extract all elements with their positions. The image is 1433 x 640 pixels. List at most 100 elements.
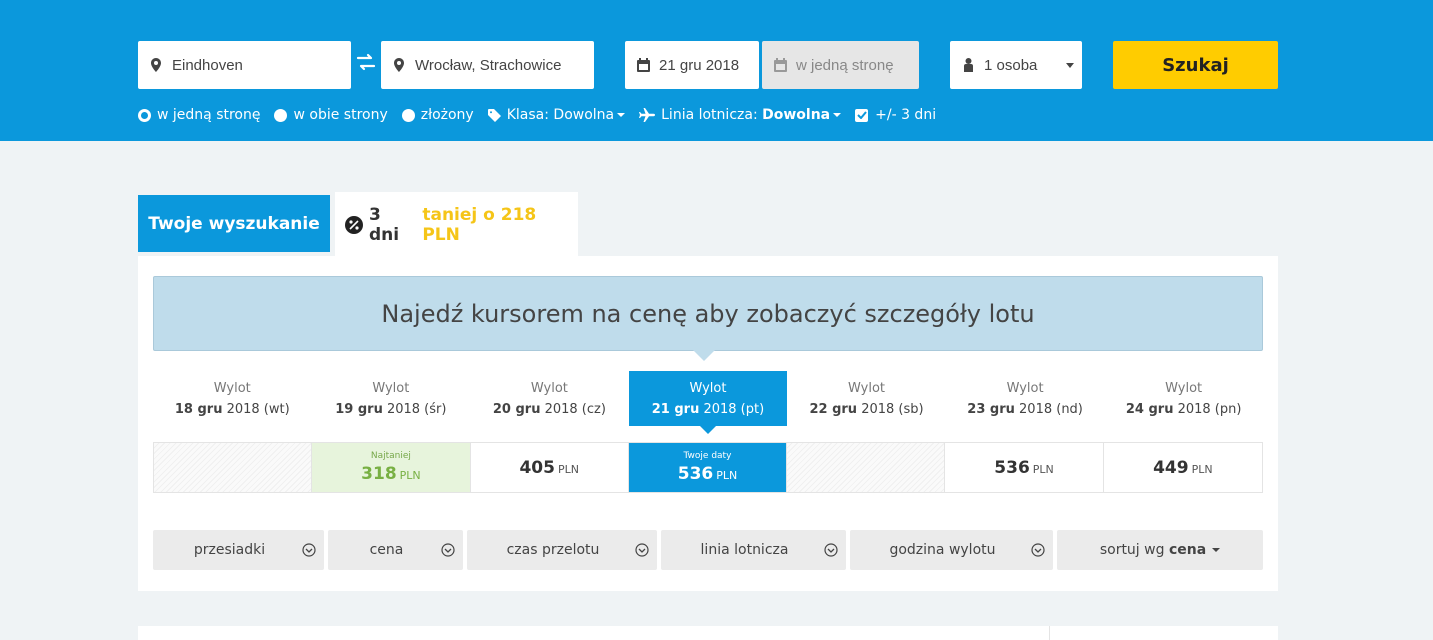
airplane-icon [639, 108, 656, 122]
date-cell-selected[interactable]: Wylot 21 gru 2018 (pt) [628, 371, 788, 434]
calendar-icon [636, 57, 650, 73]
date-cell-1[interactable]: Wylot 19 gru 2018 (śr) [312, 371, 471, 426]
chevron-circle-down-icon [302, 543, 316, 557]
price-currency: PLN [716, 469, 738, 482]
date-rest: 2018 (pn) [1177, 402, 1242, 417]
date-day: 20 gru [492, 402, 541, 417]
round-trip-radio[interactable]: w obie strony [274, 107, 388, 123]
date-day: 21 gru [651, 402, 700, 417]
checkbox-checked-icon [855, 108, 869, 122]
sort-dropdown[interactable]: sortuj wg cena [1057, 530, 1263, 570]
date-rest: 2018 (nd) [1019, 402, 1083, 417]
class-label: Klasa: Dowolna [506, 107, 615, 123]
filter-departure-time[interactable]: godzina wylotu [850, 530, 1053, 570]
passengers-select[interactable]: 1 osoba [950, 41, 1082, 89]
hover-hint: Najedź kursorem na cenę aby zobaczyć szc… [153, 276, 1263, 351]
one-way-label: w jedną stronę [157, 107, 261, 123]
tab-cheaper-dates[interactable]: 3 dni taniej o 218 PLN [335, 192, 578, 258]
filter-airline[interactable]: linia lotnicza [661, 530, 846, 570]
chevron-down-icon [1212, 548, 1221, 552]
filter-departure-label: godzina wylotu [889, 542, 996, 558]
person-icon [961, 57, 975, 73]
return-date-placeholder: w jedną stronę [796, 56, 894, 74]
date-cell-0[interactable]: Wylot 18 gru 2018 (wt) [153, 371, 312, 426]
price-cell-cheapest[interactable]: Najtaniej 318 PLN [312, 443, 471, 492]
cheapest-tag: Najtaniej [370, 451, 411, 461]
price-currency: PLN [557, 462, 579, 476]
date-day: 24 gru [1125, 402, 1174, 417]
chevron-circle-down-icon [635, 543, 649, 557]
hint-arrow [693, 350, 715, 361]
date-cell-4[interactable]: Wylot 22 gru 2018 (sb) [787, 371, 946, 426]
date-label: Wylot [1006, 381, 1044, 396]
chevron-down-icon [833, 113, 842, 117]
cheaper-amount: taniej o 218 PLN [422, 205, 537, 245]
date-day: 22 gru [809, 402, 858, 417]
origin-field[interactable]: Eindhoven [138, 41, 351, 89]
class-dropdown[interactable]: Klasa: Dowolna [487, 107, 626, 123]
flex-days-checkbox[interactable]: +/- 3 dni [855, 107, 936, 123]
tab-your-search[interactable]: Twoje wyszukanie [138, 195, 330, 252]
cheaper-days: 3 dni [369, 205, 400, 245]
airline-prefix: Linia lotnicza: [661, 107, 763, 123]
date-label: Wylot [689, 381, 727, 396]
destination-field[interactable]: Wrocław, Strachowice [381, 41, 594, 89]
origin-value: Eindhoven [172, 56, 243, 74]
multi-city-label: złożony [420, 107, 474, 123]
result-card [138, 626, 1278, 640]
date-rest: 2018 (pt) [703, 402, 765, 417]
return-date-field[interactable]: w jedną stronę [762, 41, 919, 89]
price-cell-selected[interactable]: Twoje daty 536 PLN [628, 443, 788, 492]
date-label: Wylot [372, 381, 410, 396]
price-cell[interactable]: 449 PLN [1104, 443, 1262, 492]
radio-selected-icon [138, 108, 151, 122]
filter-price[interactable]: cena [328, 530, 463, 570]
price-amount: 318 [361, 464, 397, 484]
map-pin-icon [149, 57, 163, 73]
chevron-circle-down-icon [1031, 543, 1045, 557]
chevron-circle-down-icon [441, 543, 455, 557]
date-rest: 2018 (wt) [226, 402, 290, 417]
price-amount: 536 [677, 464, 714, 484]
date-label: Wylot [213, 381, 251, 396]
price-amount: 536 [994, 457, 1030, 478]
date-day: 23 gru [967, 402, 1015, 417]
discount-icon [345, 216, 363, 234]
price-cell-empty [787, 443, 946, 492]
price-cell[interactable]: 536 PLN [945, 443, 1104, 492]
date-cell-6[interactable]: Wylot 24 gru 2018 (pn) [1104, 371, 1263, 426]
date-label: Wylot [530, 381, 568, 396]
date-day: 19 gru [335, 402, 383, 417]
date-rest: 2018 (śr) [386, 402, 447, 417]
filter-price-label: cena [369, 542, 404, 558]
price-row: Najtaniej 318 PLN 405 PLN Twoje daty 536 PL… [153, 442, 1263, 493]
sort-value: cena [1168, 542, 1207, 558]
price-currency: PLN [399, 469, 421, 482]
date-cell-2[interactable]: Wylot 20 gru 2018 (cz) [470, 371, 629, 426]
one-way-radio[interactable]: w jedną stronę [138, 107, 260, 123]
multi-city-radio[interactable]: złożony [401, 107, 474, 123]
filter-duration-label: czas przelotu [506, 542, 600, 558]
map-pin-icon [392, 57, 406, 73]
your-dates-tag: Twoje daty [683, 451, 732, 461]
tag-icon [487, 108, 501, 122]
airline-dropdown[interactable]: Linia lotnicza: Dowolna [639, 107, 842, 123]
filter-duration[interactable]: czas przelotu [467, 530, 657, 570]
price-cell[interactable]: 405 PLN [471, 443, 629, 492]
departure-date-field[interactable]: 21 gru 2018 [625, 41, 759, 89]
calendar-icon [773, 57, 787, 73]
sort-prefix: sortuj wg [1099, 542, 1169, 558]
date-label: Wylot [848, 381, 886, 396]
date-day: 18 gru [174, 402, 223, 417]
radio-icon [401, 108, 415, 122]
filter-airline-label: linia lotnicza [700, 542, 789, 558]
price-amount: 405 [519, 457, 555, 478]
divider [1049, 626, 1050, 640]
date-cell-5[interactable]: Wylot 23 gru 2018 (nd) [946, 371, 1105, 426]
destination-value: Wrocław, Strachowice [415, 56, 562, 74]
search-button[interactable]: Szukaj [1113, 41, 1278, 89]
chevron-down-icon [1066, 63, 1074, 68]
date-label: Wylot [1165, 381, 1203, 396]
swap-icon[interactable] [356, 53, 376, 71]
filter-stops[interactable]: przesiadki [153, 530, 324, 570]
